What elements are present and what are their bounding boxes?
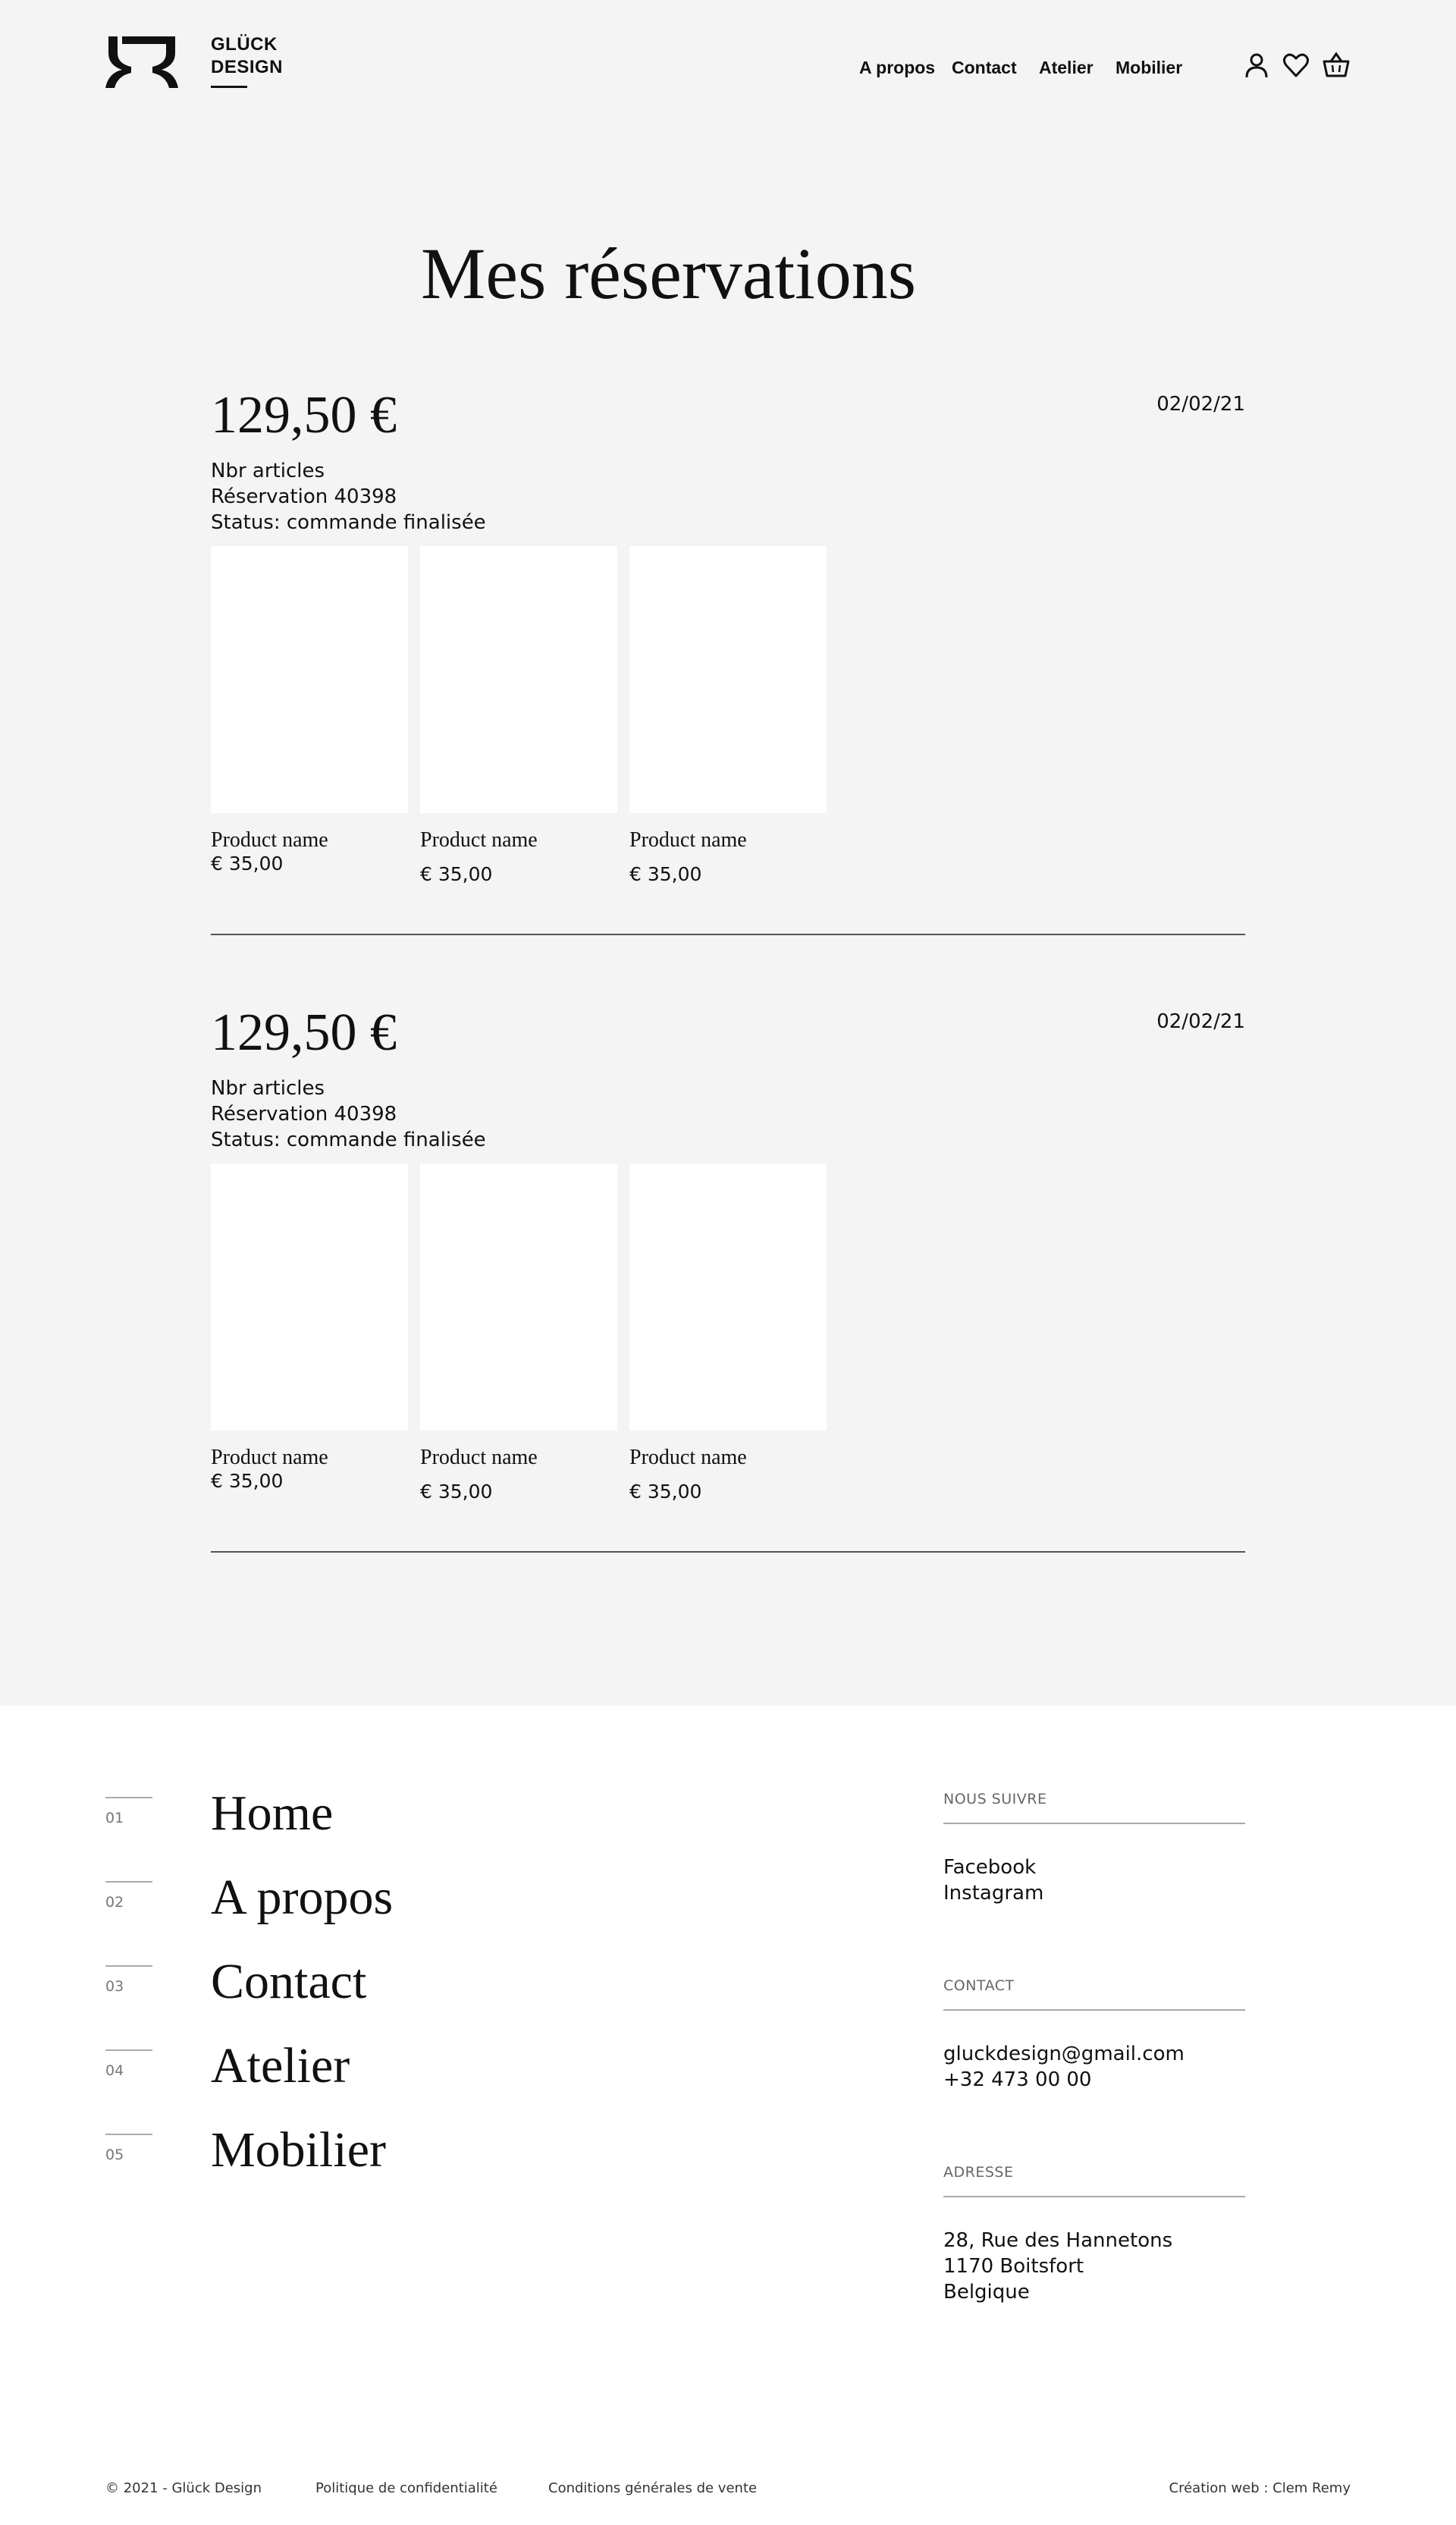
product-image[interactable] bbox=[629, 546, 827, 813]
reservation-card: 129,50 € 02/02/21 Nbr articles Réservati… bbox=[211, 1003, 1245, 1555]
footer-nav-rule bbox=[105, 1965, 152, 1967]
order-meta: Nbr articles Réservation 40398 Status: c… bbox=[211, 458, 486, 535]
footer-nav-number: 04 bbox=[105, 2062, 124, 2079]
brand-name[interactable]: GLÜCK DESIGN bbox=[211, 33, 283, 79]
footer-nav-rule bbox=[105, 1797, 152, 1798]
product-name[interactable]: Product name bbox=[420, 1446, 617, 1470]
section-rule bbox=[943, 1823, 1245, 1824]
product-price: € 35,00 bbox=[629, 863, 702, 885]
product-price: € 35,00 bbox=[629, 1481, 702, 1503]
product-name[interactable]: Product name bbox=[211, 1446, 408, 1470]
product-name[interactable]: Product name bbox=[420, 828, 617, 853]
copyright-text: © 2021 - Glück Design bbox=[105, 2480, 262, 2496]
user-icon[interactable] bbox=[1243, 52, 1270, 79]
web-credit-link[interactable]: Création web : Clem Remy bbox=[1169, 2480, 1351, 2496]
divider bbox=[211, 934, 1245, 935]
section-rule bbox=[943, 2196, 1245, 2197]
section-title: NOUS SUIVRE bbox=[943, 1791, 1047, 1807]
footer-nav-link[interactable]: A propos bbox=[211, 1869, 393, 1927]
section-rule bbox=[943, 2009, 1245, 2011]
footer-address-section: ADRESSE 28, Rue des Hannetons 1170 Boits… bbox=[943, 2164, 1245, 2305]
order-count: Nbr articles bbox=[211, 1077, 325, 1100]
address-line: Belgique bbox=[943, 2281, 1030, 2304]
nav-mobilier[interactable]: Mobilier bbox=[1116, 58, 1182, 78]
reservation-card: 129,50 € 02/02/21 Nbr articles Réservati… bbox=[211, 385, 1245, 937]
nav-a-propos[interactable]: A propos bbox=[859, 58, 935, 78]
order-date: 02/02/21 bbox=[1156, 393, 1245, 416]
product-price: € 35,00 bbox=[211, 1470, 284, 1492]
brand-logo-icon[interactable] bbox=[105, 33, 178, 93]
page-title: Mes réservations bbox=[421, 233, 917, 314]
brand-line-1: GLÜCK bbox=[211, 34, 278, 55]
product-card[interactable]: Product name € 35,00 bbox=[211, 1164, 408, 1492]
divider bbox=[211, 1551, 1245, 1553]
footer-nav-link[interactable]: Atelier bbox=[211, 2037, 350, 2095]
section-title: CONTACT bbox=[943, 1977, 1015, 1994]
terms-link[interactable]: Conditions générales de vente bbox=[548, 2480, 757, 2496]
footer-nav-link[interactable]: Contact bbox=[211, 1953, 366, 2011]
brand-line-2: DESIGN bbox=[211, 57, 284, 77]
privacy-policy-link[interactable]: Politique de confidentialité bbox=[315, 2480, 497, 2496]
order-status: Status: commande finalisée bbox=[211, 1129, 486, 1151]
instagram-link[interactable]: Instagram bbox=[943, 1880, 1245, 1906]
order-date: 02/02/21 bbox=[1156, 1010, 1245, 1033]
section-title: ADRESSE bbox=[943, 2164, 1014, 2181]
footer-nav-number: 02 bbox=[105, 1894, 124, 1911]
product-image[interactable] bbox=[420, 546, 617, 813]
footer-nav-rule bbox=[105, 2049, 152, 2051]
section-body: 28, Rue des Hannetons 1170 Boitsfort Bel… bbox=[943, 2228, 1245, 2305]
footer-nav-item-a-propos[interactable]: 02 A propos bbox=[105, 1870, 712, 1942]
phone-link[interactable]: +32 473 00 00 bbox=[943, 2067, 1245, 2093]
product-card[interactable]: Product name € 35,00 bbox=[420, 546, 617, 885]
order-meta: Nbr articles Réservation 40398 Status: c… bbox=[211, 1076, 486, 1153]
footer-nav-item-atelier[interactable]: 04 Atelier bbox=[105, 2038, 712, 2110]
order-status: Status: commande finalisée bbox=[211, 511, 486, 534]
order-reservation-number: Réservation 40398 bbox=[211, 485, 397, 508]
product-image[interactable] bbox=[211, 546, 408, 813]
section-body: gluckdesign@gmail.com +32 473 00 00 bbox=[943, 2041, 1245, 2093]
product-name[interactable]: Product name bbox=[629, 1446, 827, 1470]
address-line: 1170 Boitsfort bbox=[943, 2255, 1084, 2278]
section-body: Facebook Instagram bbox=[943, 1854, 1245, 1906]
footer-contact-section: CONTACT gluckdesign@gmail.com +32 473 00… bbox=[943, 1977, 1245, 2093]
footer-nav-item-mobilier[interactable]: 05 Mobilier bbox=[105, 2122, 712, 2194]
brand-underline bbox=[211, 86, 247, 88]
basket-icon[interactable] bbox=[1323, 52, 1350, 79]
footer-nav-rule bbox=[105, 2134, 152, 2135]
nav-contact[interactable]: Contact bbox=[952, 58, 1017, 78]
product-price: € 35,00 bbox=[211, 853, 284, 875]
footer-follow-section: NOUS SUIVRE Facebook Instagram bbox=[943, 1791, 1245, 1906]
footer-nav-link[interactable]: Mobilier bbox=[211, 2121, 386, 2179]
site-header: GLÜCK DESIGN A propos Contact Atelier Mo… bbox=[0, 0, 1456, 137]
nav-atelier[interactable]: Atelier bbox=[1039, 58, 1094, 78]
product-image[interactable] bbox=[629, 1164, 827, 1431]
footer-nav-number: 03 bbox=[105, 1978, 124, 1995]
order-count: Nbr articles bbox=[211, 460, 325, 482]
order-total: 129,50 € bbox=[211, 386, 397, 444]
product-price: € 35,00 bbox=[420, 1481, 493, 1503]
footer-nav-number: 05 bbox=[105, 2147, 124, 2163]
email-link[interactable]: gluckdesign@gmail.com bbox=[943, 2041, 1245, 2067]
product-image[interactable] bbox=[420, 1164, 617, 1431]
order-total: 129,50 € bbox=[211, 1003, 397, 1062]
order-reservation-number: Réservation 40398 bbox=[211, 1103, 397, 1126]
product-card[interactable]: Product name € 35,00 bbox=[420, 1164, 617, 1503]
product-image[interactable] bbox=[211, 1164, 408, 1431]
footer-nav-item-contact[interactable]: 03 Contact bbox=[105, 1954, 712, 2026]
product-name[interactable]: Product name bbox=[629, 828, 827, 853]
product-card[interactable]: Product name € 35,00 bbox=[211, 546, 408, 875]
facebook-link[interactable]: Facebook bbox=[943, 1854, 1245, 1880]
product-price: € 35,00 bbox=[420, 863, 493, 885]
address-line: 28, Rue des Hannetons bbox=[943, 2229, 1173, 2252]
site-footer: 01 Home 02 A propos 03 Contact 04 Atelie… bbox=[0, 1706, 1456, 2525]
footer-nav-number: 01 bbox=[105, 1810, 124, 1826]
product-card[interactable]: Product name € 35,00 bbox=[629, 546, 827, 885]
product-name[interactable]: Product name bbox=[211, 828, 408, 853]
footer-nav-item-home[interactable]: 01 Home bbox=[105, 1785, 712, 1858]
product-card[interactable]: Product name € 35,00 bbox=[629, 1164, 827, 1503]
heart-icon[interactable] bbox=[1282, 52, 1310, 79]
footer-nav-rule bbox=[105, 1881, 152, 1883]
footer-nav-link[interactable]: Home bbox=[211, 1785, 333, 1842]
